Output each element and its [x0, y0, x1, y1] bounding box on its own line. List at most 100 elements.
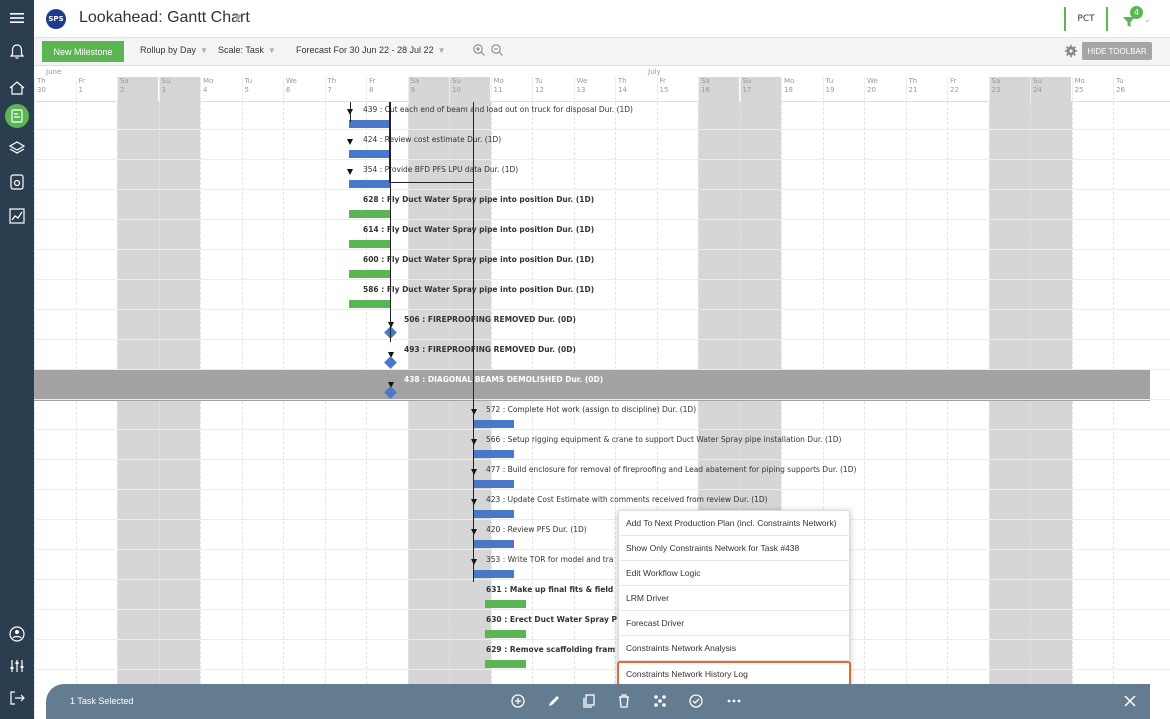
day-header: We 13 — [573, 77, 615, 102]
task-bar[interactable] — [349, 270, 390, 278]
filter-button[interactable]: 4 ⌄ — [1116, 6, 1160, 32]
day-of-week: Th — [618, 77, 627, 85]
task-label[interactable]: 629 : Remove scaffolding fram — [486, 645, 615, 654]
day-header: Tu 19 — [822, 77, 864, 102]
menu-forecast-driver[interactable]: Forecast Driver — [619, 611, 849, 636]
task-bar[interactable] — [473, 540, 514, 548]
day-of-week: Tu — [244, 77, 253, 85]
task-label[interactable]: 438 : DIAGONAL BEAMS DEMOLISHED Dur. (0D… — [404, 375, 603, 384]
task-bar[interactable] — [473, 510, 514, 518]
day-header: Mo 25 — [1071, 77, 1113, 102]
task-label[interactable]: 424 : Review cost estimate Dur. (1D) — [363, 135, 501, 144]
task-bar[interactable] — [349, 300, 390, 308]
sps-logo: SPS — [46, 9, 66, 29]
task-bar[interactable] — [349, 150, 390, 158]
network-icon[interactable] — [652, 693, 668, 709]
task-label[interactable]: 423 : Update Cost Estimate with comments… — [486, 495, 768, 504]
task-bar[interactable] — [485, 600, 526, 608]
task-bar[interactable] — [473, 420, 514, 428]
task-label[interactable]: 586 : Fly Duct Water Spray pipe into pos… — [363, 285, 594, 294]
task-label[interactable]: 566 : Setup rigging equipment & crane to… — [486, 435, 841, 444]
task-label[interactable]: 420 : Review PFS Dur. (1D) — [486, 525, 587, 534]
chevron-down-icon[interactable]: ▼ — [234, 13, 242, 24]
zoom-in-icon[interactable] — [472, 43, 486, 57]
milestone-marker[interactable] — [384, 356, 397, 369]
gear-icon[interactable] — [1064, 44, 1078, 58]
task-label[interactable]: 477 : Build enclosure for removal of fir… — [486, 465, 856, 474]
dependency-arrow — [347, 169, 353, 175]
menu-lrm-driver[interactable]: LRM Driver — [619, 586, 849, 611]
forecast-select[interactable]: Forecast For 30 Jun 22 - 28 Jul 22 ▼ — [296, 45, 446, 55]
menu-icon[interactable] — [7, 8, 27, 28]
task-label[interactable]: 628 : Fly Duct Water Spray pipe into pos… — [363, 195, 594, 204]
task-label[interactable]: 631 : Make up final fits & field — [486, 585, 613, 594]
toolbar: New Milestone Rollup by Day ▼ Scale: Task… — [34, 38, 1170, 66]
task-bar[interactable] — [349, 120, 390, 128]
layers-icon[interactable] — [7, 138, 27, 158]
task-label[interactable]: 506 : FIREPROOFING REMOVED Dur. (0D) — [404, 315, 576, 324]
task-label[interactable]: 439 : Cut each end of beam and load out … — [363, 105, 633, 114]
zoom-out-icon[interactable] — [490, 43, 504, 57]
dependency-arrow — [471, 439, 477, 445]
task-bar[interactable] — [473, 480, 514, 488]
add-circle-icon[interactable] — [510, 693, 526, 709]
task-bar[interactable] — [349, 210, 390, 218]
close-icon[interactable] — [1122, 693, 1138, 709]
weekend-column — [988, 102, 1030, 719]
gantt-chart[interactable]: 439 : Cut each end of beam and load out … — [34, 102, 1170, 719]
row-divider — [34, 399, 1170, 400]
task-label[interactable]: 572 : Complete Hot work (assign to disci… — [486, 405, 696, 414]
task-bar[interactable] — [485, 630, 526, 638]
grid-line — [324, 102, 326, 719]
day-of-week: Mo — [493, 77, 504, 85]
task-bar[interactable] — [349, 180, 390, 188]
context-menu: Add To Next Production Plan (incl. Const… — [617, 510, 851, 687]
task-label[interactable]: 353 : Write TOR for model and tra — [486, 555, 613, 564]
task-bar[interactable] — [485, 660, 526, 668]
task-bar[interactable] — [473, 570, 514, 578]
grid-line — [1071, 102, 1073, 719]
pct-toggle[interactable]: PCT — [1064, 7, 1108, 31]
rollup-select[interactable]: Rollup by Day ▼ — [140, 45, 208, 55]
task-label[interactable]: 354 : Provide BFD PFS LPU data Dur. (1D) — [363, 165, 518, 174]
gantt-icon[interactable] — [5, 104, 29, 128]
dependency-arrow — [471, 469, 477, 475]
more-icon[interactable] — [726, 693, 742, 709]
bell-icon[interactable] — [7, 42, 27, 62]
pencil-icon[interactable] — [546, 693, 562, 709]
rollup-label: Rollup by Day — [140, 45, 197, 55]
task-label[interactable]: 600 : Fly Duct Water Spray pipe into pos… — [363, 255, 594, 264]
new-milestone-button[interactable]: New Milestone — [42, 41, 124, 62]
hide-toolbar-button[interactable]: HIDE TOOLBAR — [1082, 42, 1152, 60]
home-icon[interactable] — [7, 78, 27, 98]
logout-icon[interactable] — [7, 688, 27, 708]
menu-edit-workflow-logic[interactable]: Edit Workflow Logic — [619, 561, 849, 586]
chart-icon[interactable] — [7, 206, 27, 226]
day-number: 3 — [161, 86, 166, 94]
menu-add-to-production-plan[interactable]: Add To Next Production Plan (incl. Const… — [619, 511, 849, 536]
document-icon[interactable] — [7, 172, 27, 192]
task-bar[interactable] — [473, 450, 514, 458]
task-label[interactable]: 630 : Erect Duct Water Spray P — [486, 615, 617, 624]
user-icon[interactable] — [7, 624, 27, 644]
row-divider — [34, 189, 1170, 190]
menu-show-constraints-network[interactable]: Show Only Constraints Network for Task #… — [619, 536, 849, 561]
scale-select[interactable]: Scale: Task ▼ — [218, 45, 276, 55]
sliders-icon[interactable] — [7, 656, 27, 676]
check-circle-icon[interactable] — [688, 693, 704, 709]
task-label[interactable]: 614 : Fly Duct Water Spray pipe into pos… — [363, 225, 594, 234]
task-label[interactable]: 493 : FIREPROOFING REMOVED Dur. (0D) — [404, 345, 576, 354]
day-of-week: Sa — [410, 77, 420, 85]
page-title[interactable]: Lookahead: Gantt Chart — [79, 9, 250, 27]
task-bar[interactable] — [349, 240, 390, 248]
copy-icon[interactable] — [582, 693, 598, 709]
day-header: Sa 23 — [988, 77, 1030, 102]
day-number: 22 — [950, 86, 959, 94]
menu-constraints-network-analysis[interactable]: Constraints Network Analysis — [619, 636, 849, 661]
trash-icon[interactable] — [616, 693, 632, 709]
forecast-label: Forecast For 30 Jun 22 - 28 Jul 22 — [296, 45, 434, 55]
day-number: 9 — [410, 86, 415, 94]
grid-line — [1030, 102, 1031, 719]
day-of-week: Fr — [78, 77, 85, 85]
dependency-arrow — [471, 409, 477, 415]
